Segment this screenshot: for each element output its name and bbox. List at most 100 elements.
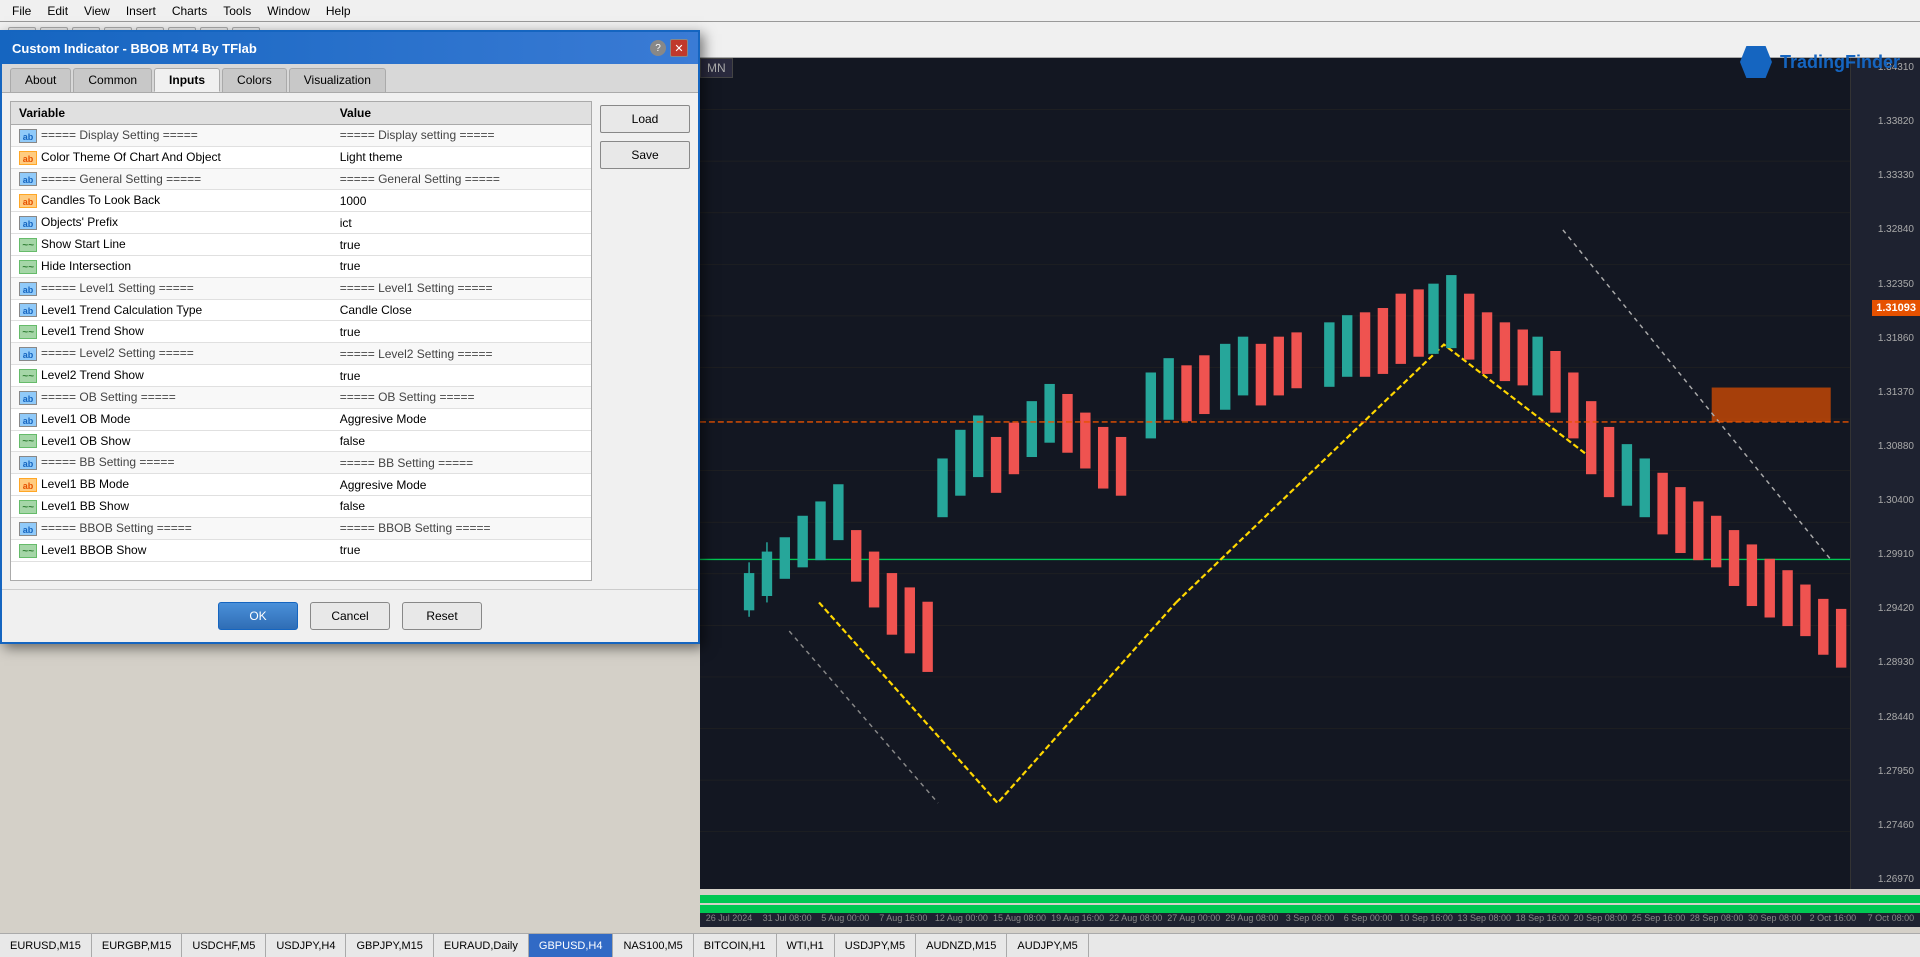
value-cell[interactable]: Candle Close (332, 299, 591, 321)
table-row[interactable]: ~~Level1 OB Showfalse (11, 430, 591, 452)
variable-cell: ~~Level1 BB Show (11, 496, 332, 518)
tab-about[interactable]: About (10, 68, 71, 92)
table-row[interactable]: ab===== Level2 Setting ========== Level2… (11, 343, 591, 365)
table-row[interactable]: ~~Level1 BBOB Showtrue (11, 539, 591, 561)
value-cell[interactable]: 1000 (332, 190, 591, 212)
value-cell[interactable]: true (332, 234, 591, 256)
ok-button[interactable]: OK (218, 602, 298, 630)
reset-button[interactable]: Reset (402, 602, 482, 630)
table-row[interactable]: ab===== BB Setting ========== BB Setting… (11, 452, 591, 474)
value-cell: ===== General Setting ===== (332, 168, 591, 190)
dialog-footer: OK Cancel Reset (2, 589, 698, 642)
tab-common[interactable]: Common (73, 68, 152, 92)
variable-cell: ~~Level1 OB Show (11, 430, 332, 452)
icon-ab: ab (19, 172, 37, 186)
cancel-button[interactable]: Cancel (310, 602, 390, 630)
variable-cell: abCandles To Look Back (11, 190, 332, 212)
variable-cell: ab===== BBOB Setting ===== (11, 517, 332, 539)
variable-cell: abLevel1 OB Mode (11, 408, 332, 430)
variable-cell: ab===== Level2 Setting ===== (11, 343, 332, 365)
table-row[interactable]: ~~Show Start Linetrue (11, 234, 591, 256)
variable-cell: ~~Level1 Trend Show (11, 321, 332, 343)
col-variable: Variable (11, 102, 332, 125)
icon-ab: ab (19, 347, 37, 361)
table-row[interactable]: ab===== OB Setting ========== OB Setting… (11, 386, 591, 408)
help-button[interactable]: ? (650, 40, 666, 56)
value-cell[interactable]: true (332, 539, 591, 561)
variable-cell: ~~Show Start Line (11, 234, 332, 256)
icon-ct: ab (19, 194, 37, 208)
variable-cell: ab===== Level1 Setting ===== (11, 277, 332, 299)
params-table-container[interactable]: Variable Value ab===== Display Setting =… (10, 101, 592, 581)
value-cell: ===== OB Setting ===== (332, 386, 591, 408)
table-row[interactable]: ab===== General Setting ========== Gener… (11, 168, 591, 190)
save-button[interactable]: Save (600, 141, 690, 169)
table-row[interactable]: abObjects' Prefixict (11, 212, 591, 234)
table-row[interactable]: ab===== BBOB Setting ========== BBOB Set… (11, 517, 591, 539)
table-row[interactable]: abLevel1 Trend Calculation TypeCandle Cl… (11, 299, 591, 321)
value-cell: ===== BBOB Setting ===== (332, 517, 591, 539)
icon-zz: ~~ (19, 325, 37, 339)
table-row[interactable]: abCandles To Look Back1000 (11, 190, 591, 212)
variable-cell: abLevel1 BB Mode (11, 474, 332, 496)
icon-ab: ab (19, 413, 37, 427)
col-value: Value (332, 102, 591, 125)
icon-ct: ab (19, 478, 37, 492)
variable-cell: ab===== OB Setting ===== (11, 386, 332, 408)
icon-ab: ab (19, 216, 37, 230)
title-controls: ? ✕ (650, 39, 688, 57)
side-actions: Load Save (600, 101, 690, 581)
table-row[interactable]: ~~Hide Intersectiontrue (11, 255, 591, 277)
icon-ct: ab (19, 151, 37, 165)
table-row[interactable]: ~~Level2 Trend Showtrue (11, 365, 591, 387)
dialog-overlay: Custom Indicator - BBOB MT4 By TFlab ? ✕… (0, 0, 1920, 957)
icon-zz: ~~ (19, 434, 37, 448)
variable-cell: abLevel1 Trend Calculation Type (11, 299, 332, 321)
value-cell[interactable]: Aggresive Mode (332, 474, 591, 496)
table-row[interactable]: abColor Theme Of Chart And ObjectLight t… (11, 146, 591, 168)
icon-zz: ~~ (19, 500, 37, 514)
value-cell[interactable]: true (332, 365, 591, 387)
table-row[interactable]: abLevel1 OB ModeAggresive Mode (11, 408, 591, 430)
value-cell[interactable]: false (332, 496, 591, 518)
dialog-title-bar: Custom Indicator - BBOB MT4 By TFlab ? ✕ (2, 32, 698, 64)
value-cell[interactable]: false (332, 430, 591, 452)
variable-cell: abObjects' Prefix (11, 212, 332, 234)
value-cell[interactable]: Aggresive Mode (332, 408, 591, 430)
variable-cell: ~~Level2 Trend Show (11, 365, 332, 387)
tab-colors[interactable]: Colors (222, 68, 287, 92)
tab-inputs[interactable]: Inputs (154, 68, 220, 92)
icon-zz: ~~ (19, 544, 37, 558)
icon-zz: ~~ (19, 369, 37, 383)
variable-cell: ab===== General Setting ===== (11, 168, 332, 190)
variable-cell: abColor Theme Of Chart And Object (11, 146, 332, 168)
icon-ab: ab (19, 456, 37, 470)
table-row[interactable]: ~~Level1 Trend Showtrue (11, 321, 591, 343)
icon-ab: ab (19, 391, 37, 405)
variable-cell: ~~Hide Intersection (11, 255, 332, 277)
load-button[interactable]: Load (600, 105, 690, 133)
value-cell[interactable]: ict (332, 212, 591, 234)
dialog-content: Variable Value ab===== Display Setting =… (2, 93, 698, 589)
table-row[interactable]: ~~Level1 BB Showfalse (11, 496, 591, 518)
value-cell: ===== Display setting ===== (332, 125, 591, 147)
value-cell: ===== Level1 Setting ===== (332, 277, 591, 299)
variable-cell: ab===== Display Setting ===== (11, 125, 332, 147)
value-cell[interactable]: true (332, 321, 591, 343)
value-cell: ===== BB Setting ===== (332, 452, 591, 474)
variable-cell: ~~Level1 BBOB Show (11, 539, 332, 561)
value-cell[interactable]: true (332, 255, 591, 277)
dialog-tabs: About Common Inputs Colors Visualization (2, 64, 698, 93)
content-area: Variable Value ab===== Display Setting =… (10, 101, 690, 581)
icon-ab: ab (19, 303, 37, 317)
table-row[interactable]: abLevel1 BB ModeAggresive Mode (11, 474, 591, 496)
value-cell: ===== Level2 Setting ===== (332, 343, 591, 365)
table-row[interactable]: ab===== Level1 Setting ========== Level1… (11, 277, 591, 299)
dialog-title: Custom Indicator - BBOB MT4 By TFlab (12, 41, 257, 56)
variable-cell: ab===== BB Setting ===== (11, 452, 332, 474)
icon-ab: ab (19, 129, 37, 143)
value-cell[interactable]: Light theme (332, 146, 591, 168)
close-button[interactable]: ✕ (670, 39, 688, 57)
table-row[interactable]: ab===== Display Setting ========== Displ… (11, 125, 591, 147)
tab-visualization[interactable]: Visualization (289, 68, 386, 92)
